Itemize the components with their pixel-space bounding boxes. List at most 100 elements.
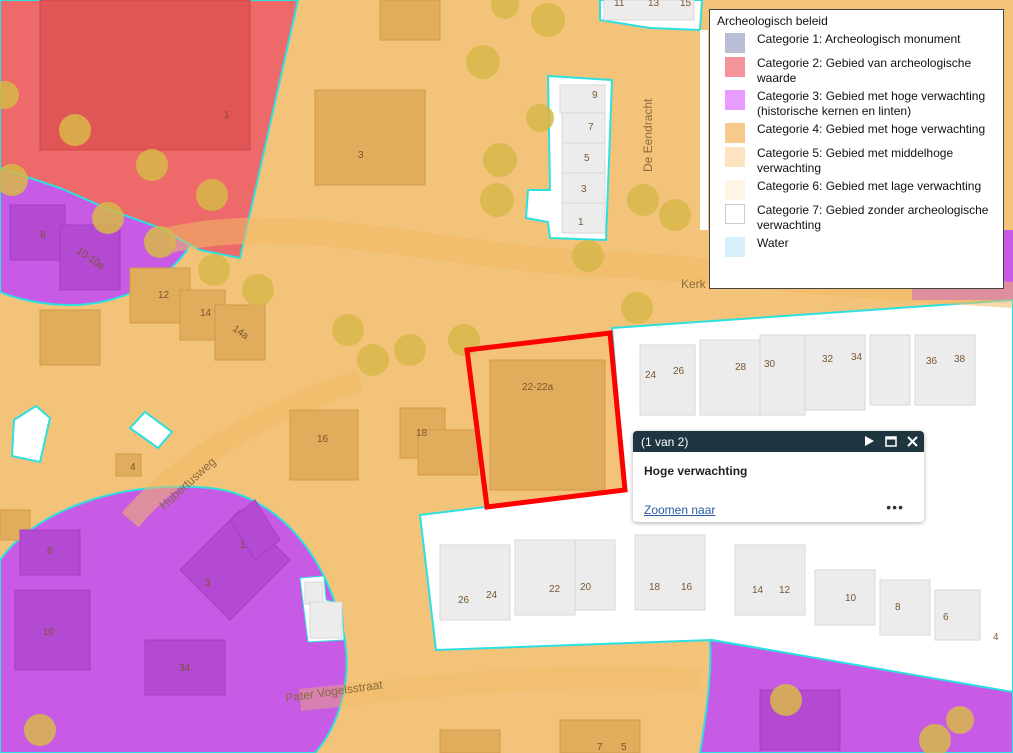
house-number: 1 xyxy=(240,540,246,551)
house-number: 30 xyxy=(764,359,776,370)
legend-label: Categorie 3: Gebied met hoge verwachting… xyxy=(757,89,986,118)
house-number: 12 xyxy=(779,585,791,596)
building xyxy=(869,334,911,406)
tree xyxy=(332,314,364,346)
house-number: 15 xyxy=(680,0,692,9)
tree xyxy=(59,114,91,146)
house-number: 34 xyxy=(851,352,863,363)
legend-items: Categorie 1: Archeologisch monument Cate… xyxy=(717,32,996,257)
house-number: 32 xyxy=(822,354,834,365)
legend-swatch xyxy=(725,237,745,257)
house-number: 6 xyxy=(943,612,949,623)
building xyxy=(39,309,101,366)
tree xyxy=(531,3,565,37)
house-number: 3 xyxy=(581,184,587,195)
legend-swatch xyxy=(725,204,745,224)
building xyxy=(574,539,616,611)
building xyxy=(804,334,866,411)
tree xyxy=(92,202,124,234)
tree xyxy=(770,684,802,716)
popup-title: Hoge verwachting xyxy=(644,464,748,478)
more-options-button[interactable]: ••• xyxy=(886,499,904,515)
zoom-to-link[interactable]: Zoomen naar xyxy=(644,503,715,517)
tree xyxy=(621,292,653,324)
house-number: 34 xyxy=(179,663,191,674)
tree xyxy=(136,149,168,181)
maximize-button[interactable] xyxy=(883,433,898,449)
tree xyxy=(466,45,500,79)
tree xyxy=(572,240,604,272)
legend-item-category-1: Categorie 1: Archeologisch monument xyxy=(717,32,996,53)
house-number: 12 xyxy=(158,290,170,301)
tree xyxy=(526,104,554,132)
house-number: 13 xyxy=(648,0,660,9)
tree xyxy=(394,334,426,366)
legend-title: Archeologisch beleid xyxy=(717,14,828,28)
street-label-de-eendracht: De Eendracht xyxy=(641,98,655,172)
close-button[interactable] xyxy=(905,433,920,449)
popup-controls xyxy=(861,433,920,449)
legend-item-water: Water xyxy=(717,236,996,257)
building xyxy=(314,89,426,186)
building xyxy=(289,409,359,481)
close-icon xyxy=(907,435,918,447)
house-number: 16 xyxy=(681,582,693,593)
legend-swatch xyxy=(725,123,745,143)
house-number: 24 xyxy=(486,590,498,601)
building xyxy=(489,359,606,491)
legend-item-category-3: Categorie 3: Gebied met hoge verwachting… xyxy=(717,89,996,119)
house-number: 10 xyxy=(845,593,857,604)
building xyxy=(699,339,761,416)
house-number: 10 xyxy=(43,627,55,638)
building xyxy=(379,0,441,41)
building xyxy=(879,579,931,636)
house-number: 20 xyxy=(580,582,592,593)
building xyxy=(934,589,981,641)
building xyxy=(514,539,576,616)
tree xyxy=(659,199,691,231)
house-number: 26 xyxy=(673,366,685,377)
house-number: 3 xyxy=(205,578,211,589)
building xyxy=(439,729,501,753)
building xyxy=(561,112,606,144)
legend-item-category-5: Categorie 5: Gebied met middelhoge verwa… xyxy=(717,146,996,176)
house-number: 4 xyxy=(130,462,136,473)
legend-swatch xyxy=(725,147,745,167)
house-number: 4 xyxy=(993,632,999,643)
house-number: 26 xyxy=(458,595,470,606)
legend-swatch xyxy=(725,33,745,53)
legend-item-category-6: Categorie 6: Gebied met lage verwachting xyxy=(717,179,996,200)
tree xyxy=(242,274,274,306)
house-number: 7 xyxy=(597,742,603,753)
house-number: 1 xyxy=(578,217,584,228)
tree xyxy=(480,183,514,217)
house-number: 18 xyxy=(416,428,428,439)
house-number: 14 xyxy=(200,308,212,319)
building xyxy=(9,204,66,261)
tree xyxy=(627,184,659,216)
house-number: 38 xyxy=(954,354,966,365)
legend-label: Water xyxy=(757,236,789,250)
next-feature-button[interactable] xyxy=(861,433,876,449)
building xyxy=(304,581,324,605)
house-number: 14 xyxy=(752,585,764,596)
street-label-kerk: Kerk xyxy=(681,277,707,291)
legend-label: Categorie 6: Gebied met lage verwachting xyxy=(757,179,982,193)
building xyxy=(439,544,511,621)
zone-category-7-right-strip[interactable] xyxy=(700,30,708,230)
building xyxy=(734,544,806,616)
house-number: 36 xyxy=(926,356,938,367)
legend-item-category-2: Categorie 2: Gebied van archeologische w… xyxy=(717,56,996,86)
house-number: 24 xyxy=(645,370,657,381)
legend-label: Categorie 5: Gebied met middelhoge verwa… xyxy=(757,146,954,175)
house-number: 8 xyxy=(895,602,901,613)
maximize-icon xyxy=(884,435,897,447)
legend-panel: Archeologisch beleid Categorie 1: Archeo… xyxy=(709,9,1004,289)
building xyxy=(759,334,806,416)
building xyxy=(559,84,606,114)
popup-counter: (1 van 2) xyxy=(641,434,689,449)
popup-header: (1 van 2) xyxy=(633,431,924,452)
tree xyxy=(24,714,56,746)
house-number: 16 xyxy=(317,434,329,445)
house-number: 5 xyxy=(621,742,627,753)
